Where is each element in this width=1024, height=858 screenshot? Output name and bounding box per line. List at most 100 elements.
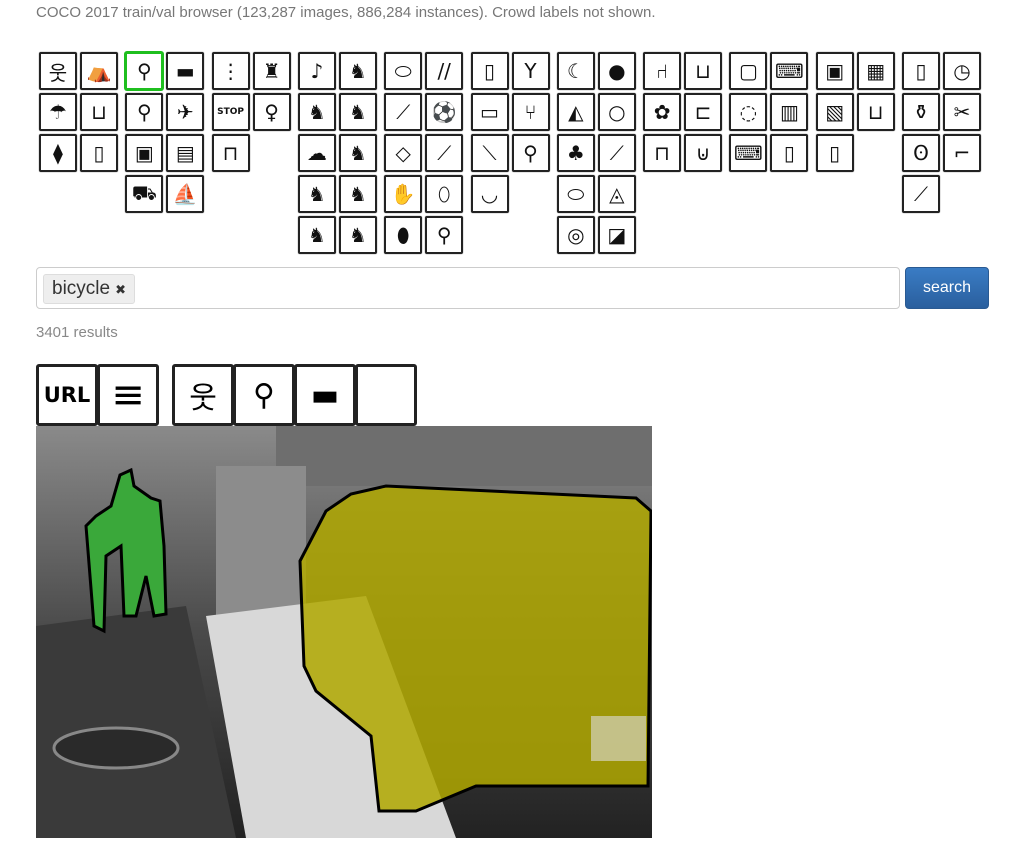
category-cake-icon[interactable]: ◪ [597,216,636,254]
category-handbag-icon[interactable]: ⊔ [80,93,118,131]
category-apple-icon[interactable]: ● [597,52,636,90]
category-skis-icon[interactable]: // [425,52,464,90]
category-bus-icon[interactable]: ▣ [125,134,164,172]
category-book-icon[interactable]: ▯ [902,52,940,90]
category-fork-icon[interactable]: ⑂ [511,93,550,131]
category-horse-icon[interactable]: ♞ [338,93,377,131]
category-keyboard-icon[interactable]: ⌨ [729,134,768,172]
category-laptop-icon[interactable]: ⌨ [770,52,809,90]
category-tv-icon[interactable]: ▢ [729,52,768,90]
sandwich-glyph: ◭ [568,100,584,124]
url-button[interactable]: URL [36,364,98,426]
category-bed-icon[interactable]: ⊏ [684,93,723,131]
toaster-glyph: ▧ [825,100,845,124]
category-frisbee-icon[interactable]: ⬭ [384,52,423,90]
category-sink-icon[interactable]: ⊔ [856,93,895,131]
search-button[interactable]: search [905,267,989,309]
category-bird-icon[interactable]: ♪ [297,52,336,90]
category-mouse-icon[interactable]: ◌ [729,93,768,131]
category-skateboard-icon[interactable]: ⬯ [425,175,464,213]
category-tie-icon[interactable]: ⧫ [39,134,77,172]
backpack-glyph: ⛺ [86,59,112,83]
result-image[interactable] [36,426,652,838]
category-cell-phone-icon[interactable]: ▯ [770,134,809,172]
category-bench-icon[interactable]: ⊓ [211,134,250,172]
category-airplane-icon[interactable]: ✈ [166,93,205,131]
category-fire-hydrant-icon[interactable]: ♜ [252,52,291,90]
category-motorcycle-icon[interactable]: ⚲ [125,93,164,131]
category-tennis-racket-icon[interactable]: ⚲ [425,216,464,254]
category-traffic-light-icon[interactable]: ⋮ [211,52,250,90]
result-person-toggle[interactable]: 웃 [172,364,234,426]
category-stop-sign-icon[interactable]: STOP [211,93,250,131]
vase-glyph: ⚱ [912,100,930,124]
category-kite-icon[interactable]: ◇ [384,134,423,172]
category-giraffe-icon[interactable]: ♞ [338,216,377,254]
category-dining-table-icon[interactable]: ⊓ [643,134,682,172]
category-donut-icon[interactable]: ◎ [556,216,595,254]
category-backpack-icon[interactable]: ⛺ [80,52,118,90]
category-train-icon[interactable]: ▤ [166,134,205,172]
category-remote-icon[interactable]: ▥ [770,93,809,131]
category-bicycle-icon[interactable]: ⚲ [125,52,164,90]
category-surfboard-icon[interactable]: ⬮ [384,216,423,254]
category-sheep-icon[interactable]: ☁ [297,134,336,172]
category-clock-icon[interactable]: ◷ [943,52,981,90]
category-couch-icon[interactable]: ⊔ [684,52,723,90]
category-sports-ball-icon[interactable]: ⚽ [425,93,464,131]
broccoli-glyph: ♣ [566,141,585,165]
category-sandwich-icon[interactable]: ◭ [556,93,595,131]
category-truck-icon[interactable]: ⛟ [125,175,164,213]
keyboard-glyph: ⌨ [733,141,763,165]
category-boat-icon[interactable]: ⛵ [166,175,205,213]
category-bear-icon[interactable]: ♞ [338,175,377,213]
category-microwave-icon[interactable]: ▣ [815,52,854,90]
category-orange-icon[interactable]: ○ [597,93,636,131]
category-bowl-icon[interactable]: ◡ [470,175,509,213]
category-wine-glass-icon[interactable]: Y [511,52,550,90]
category-cup-icon[interactable]: ▭ [470,93,509,131]
category-snowboard-icon[interactable]: ⟋ [384,93,423,131]
search-input[interactable]: bicycle ✖ [36,267,900,309]
category-hot-dog-icon[interactable]: ⬭ [556,175,595,213]
category-car-icon[interactable]: ▬ [166,52,205,90]
category-teddy-bear-icon[interactable]: ʘ [902,134,940,172]
category-elephant-icon[interactable]: ♞ [297,175,336,213]
toothbrush-glyph: ⟋ [914,182,928,206]
category-carrot-icon[interactable]: ⟋ [597,134,636,172]
truck-glyph: ⛟ [131,180,157,205]
remove-tag-icon[interactable]: ✖ [115,282,126,297]
category-banana-icon[interactable]: ☾ [556,52,595,90]
category-chair-icon[interactable]: ⑁ [643,52,682,90]
result-bicycle-toggle[interactable]: ⚲ [233,364,295,426]
category-baseball-bat-icon[interactable]: ⟋ [425,134,464,172]
handbag-glyph: ⊔ [91,100,107,124]
category-toothbrush-icon[interactable]: ⟋ [902,175,940,213]
category-baseball-glove-icon[interactable]: ✋ [384,175,423,213]
category-zebra-icon[interactable]: ♞ [297,216,336,254]
category-hair-drier-icon[interactable]: ⌐ [943,134,981,172]
category-cat-icon[interactable]: ♞ [338,52,377,90]
category-bottle-icon[interactable]: ▯ [470,52,509,90]
category-dog-icon[interactable]: ♞ [297,93,336,131]
category-vase-icon[interactable]: ⚱ [902,93,940,131]
category-toaster-icon[interactable]: ▧ [815,93,854,131]
category-potted-plant-icon[interactable]: ✿ [643,93,682,131]
category-parking-meter-icon[interactable]: ♀ [252,93,291,131]
category-suitcase-icon[interactable]: ▯ [80,134,118,172]
category-person-icon[interactable]: 웃 [39,52,77,90]
caption-button[interactable]: ≡ [97,364,159,426]
category-broccoli-icon[interactable]: ♣ [556,134,595,172]
category-cow-icon[interactable]: ♞ [338,134,377,172]
category-umbrella-icon[interactable]: ☂ [39,93,77,131]
category-toilet-icon[interactable]: ⊍ [684,134,723,172]
category-oven-icon[interactable]: ▦ [856,52,895,90]
category-spoon-icon[interactable]: ⚲ [511,134,550,172]
category-pizza-icon[interactable]: ◬ [597,175,636,213]
page-subtitle: COCO 2017 train/val browser (123,287 ima… [36,4,656,21]
category-knife-icon[interactable]: ⟍ [470,134,509,172]
result-car-toggle[interactable]: ▬ [294,364,356,426]
result-blank-toggle[interactable] [355,364,417,426]
category-refrigerator-icon[interactable]: ▯ [815,134,854,172]
category-scissors-icon[interactable]: ✂ [943,93,981,131]
